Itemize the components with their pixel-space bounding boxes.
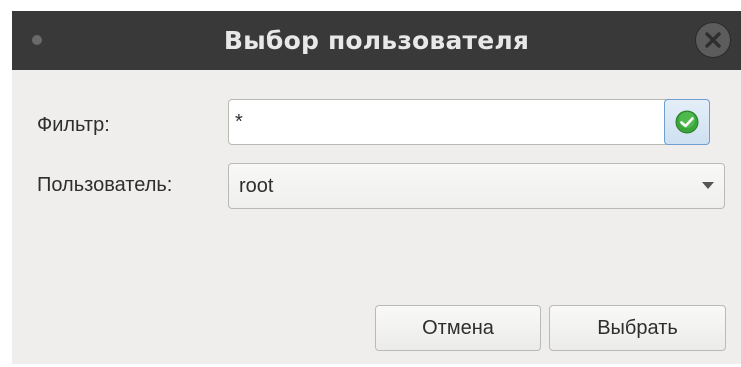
close-button[interactable]	[695, 22, 731, 58]
check-circle-icon	[675, 110, 699, 134]
cancel-button[interactable]: Отмена	[375, 305, 541, 351]
dialog-title: Выбор пользователя	[223, 26, 530, 55]
user-dropdown-value: root	[239, 175, 274, 197]
filter-input[interactable]	[228, 99, 670, 145]
choose-button[interactable]: Выбрать	[549, 305, 726, 351]
titlebar[interactable]: Выбор пользователя	[12, 11, 741, 70]
user-select-dialog: Выбор пользователя Фильтр: Пользователь:…	[12, 11, 741, 364]
chevron-down-icon	[702, 182, 714, 189]
apply-filter-button[interactable]	[664, 99, 710, 145]
filter-label: Фильтр:	[37, 114, 110, 136]
close-icon	[705, 32, 721, 48]
user-dropdown[interactable]: root	[228, 163, 725, 209]
user-label: Пользователь:	[37, 174, 173, 196]
